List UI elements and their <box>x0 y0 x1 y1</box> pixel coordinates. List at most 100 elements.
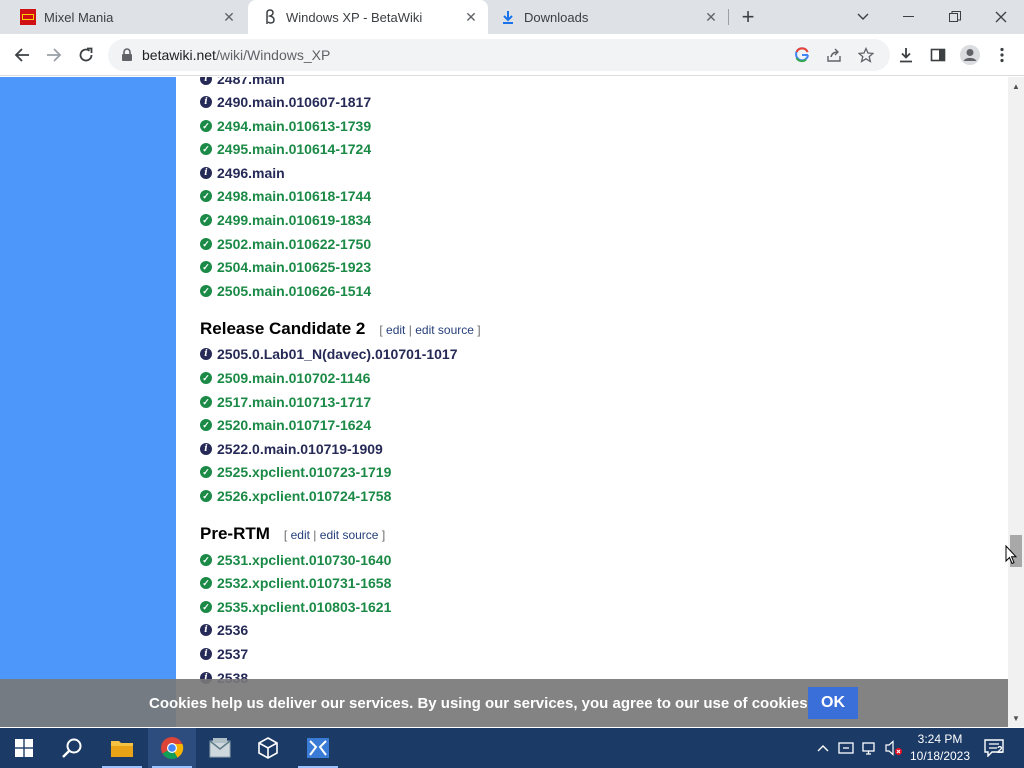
build-label: 2517.main.010713-1717 <box>217 394 372 410</box>
build-link[interactable]: i 2496.main <box>200 164 285 182</box>
vertical-scrollbar[interactable]: ▲ ▼ <box>1008 77 1024 727</box>
cookie-banner: Cookies help us deliver our services. By… <box>0 679 1008 727</box>
check-icon: ✓ <box>200 419 212 431</box>
share-icon[interactable] <box>822 43 846 67</box>
bookmark-star-icon[interactable] <box>854 43 878 67</box>
notification-count-badge: 2 <box>997 745 1003 756</box>
close-icon[interactable]: ✕ <box>220 8 238 26</box>
tab-title: Mixel Mania <box>44 9 114 25</box>
build-link[interactable]: ✓ 2498.main.010618-1744 <box>200 187 371 205</box>
reload-icon[interactable] <box>72 41 100 69</box>
build-label: 2502.main.010622-1750 <box>217 236 372 252</box>
edit-link[interactable]: edit <box>291 528 310 542</box>
search-icon[interactable] <box>48 728 96 768</box>
check-icon: ✓ <box>200 261 212 273</box>
build-label: 2496.main <box>217 165 285 181</box>
separator: | <box>313 528 317 542</box>
bracket-open: [ <box>379 323 383 337</box>
build-link[interactable]: i 2522.0.main.010719-1909 <box>200 440 383 458</box>
new-tab-plus-icon[interactable]: + <box>736 4 760 29</box>
mouse-cursor-icon <box>1005 545 1017 565</box>
build-label: 2509.main.010702-1146 <box>217 370 371 386</box>
profile-avatar-icon[interactable] <box>956 41 984 69</box>
build-link[interactable]: ✓ 2525.xpclient.010723-1719 <box>200 463 391 481</box>
build-label: 2522.0.main.010719-1909 <box>217 441 383 457</box>
bracket-close: ] <box>381 528 386 542</box>
volume-muted-icon[interactable] <box>884 728 904 768</box>
edit-link[interactable]: edit <box>386 323 405 337</box>
build-link[interactable]: ✓ 2517.main.010713-1717 <box>200 393 371 411</box>
build-label: 2499.main.010619-1834 <box>217 212 372 228</box>
scroll-down-arrow-icon[interactable]: ▼ <box>1008 711 1024 725</box>
mail-app-icon[interactable] <box>196 728 244 768</box>
side-panel-icon[interactable] <box>924 41 952 69</box>
security-tray-icon[interactable] <box>836 728 856 768</box>
build-link[interactable]: ✓ 2499.main.010619-1834 <box>200 211 371 229</box>
windows-taskbar: 3:24 PM 10/18/2023 2 <box>0 728 1024 768</box>
web-page: i 2487.main i 2490.main.010607-1817 ✓ 2494.… <box>0 77 1008 727</box>
build-link[interactable]: ✓ 2502.main.010622-1750 <box>200 235 371 253</box>
browser-toolbar: betawiki.net/wiki/Windows_XP <box>0 34 1024 76</box>
address-bar[interactable]: betawiki.net/wiki/Windows_XP <box>108 39 890 71</box>
tab-betawiki[interactable]: Windows XP - BetaWiki ✕ <box>248 0 488 34</box>
build-link[interactable]: ✓ 2504.main.010625-1923 <box>200 258 371 276</box>
download-icon[interactable] <box>892 41 920 69</box>
check-icon: ✓ <box>200 143 212 155</box>
chrome-icon[interactable] <box>148 728 196 768</box>
build-label: 2504.main.010625-1923 <box>217 259 372 275</box>
build-label: 2487.main <box>217 77 285 87</box>
back-arrow-icon[interactable] <box>8 41 36 69</box>
edit-source-link[interactable]: edit source <box>320 528 379 542</box>
restore-icon[interactable] <box>932 0 978 34</box>
google-icon[interactable] <box>790 43 814 67</box>
scroll-up-arrow-icon[interactable]: ▲ <box>1008 79 1024 93</box>
xp-vm-icon[interactable] <box>294 728 342 768</box>
start-windows-icon[interactable] <box>0 728 48 768</box>
close-icon[interactable]: ✕ <box>462 8 480 26</box>
check-icon: ✓ <box>200 554 212 566</box>
build-label: 2498.main.010618-1744 <box>217 188 372 204</box>
network-icon[interactable] <box>860 728 880 768</box>
build-link[interactable]: ✓ 2535.xpclient.010803-1621 <box>200 598 391 616</box>
taskbar-clock[interactable]: 3:24 PM 10/18/2023 <box>906 731 974 765</box>
build-link[interactable]: ✓ 2494.main.010613-1739 <box>200 117 371 135</box>
build-link[interactable]: ✓ 2526.xpclient.010724-1758 <box>200 487 391 505</box>
lock-icon[interactable] <box>120 48 134 62</box>
build-link[interactable]: ✓ 2532.xpclient.010731-1658 <box>200 574 391 592</box>
tab-title: Downloads <box>524 9 589 25</box>
build-link[interactable]: i 2505.0.Lab01_N(davec).010701-1017 <box>200 345 458 363</box>
tab-downloads[interactable]: Downloads ✕ <box>488 0 728 34</box>
edit-source-link[interactable]: edit source <box>415 323 474 337</box>
tab-strip: Mixel Mania ✕ Windows XP - BetaWiki ✕ Do… <box>0 0 1024 34</box>
check-icon: ✓ <box>200 490 212 502</box>
check-icon: ✓ <box>200 190 212 202</box>
build-link[interactable]: i 2536 <box>200 621 248 639</box>
forward-arrow-icon[interactable] <box>40 41 68 69</box>
close-window-icon[interactable] <box>978 0 1024 34</box>
tab-mixel-mania[interactable]: Mixel Mania ✕ <box>0 0 246 34</box>
tab-search-chevron-icon[interactable] <box>840 0 886 34</box>
check-icon: ✓ <box>200 601 212 613</box>
check-icon: ✓ <box>200 466 212 478</box>
build-link[interactable]: i 2487.main <box>200 77 285 88</box>
file-explorer-icon[interactable] <box>98 728 146 768</box>
show-hidden-icons-chevron-icon[interactable] <box>814 728 832 768</box>
info-icon: i <box>200 77 212 85</box>
virtualbox-icon[interactable] <box>244 728 292 768</box>
build-link[interactable]: ✓ 2495.main.010614-1724 <box>200 140 371 158</box>
section-title: Release Candidate 2 <box>200 319 366 338</box>
minimize-icon[interactable] <box>886 0 932 34</box>
build-link[interactable]: ✓ 2509.main.010702-1146 <box>200 369 370 387</box>
build-link[interactable]: ✓ 2531.xpclient.010730-1640 <box>200 551 391 569</box>
build-link[interactable]: i 2490.main.010607-1817 <box>200 93 371 111</box>
action-center-icon[interactable] <box>980 728 1008 768</box>
build-link[interactable]: ✓ 2520.main.010717-1624 <box>200 416 371 434</box>
menu-kebab-icon[interactable] <box>988 41 1016 69</box>
cookie-ok-button[interactable]: OK <box>808 687 858 719</box>
build-link[interactable]: ✓ 2505.main.010626-1514 <box>200 282 371 300</box>
article-content: i 2487.main i 2490.main.010607-1817 ✓ 2494.… <box>176 77 1008 727</box>
build-link[interactable]: i 2537 <box>200 645 248 663</box>
close-icon[interactable]: ✕ <box>702 8 720 26</box>
section-heading-rc2: Release Candidate 2 [ edit | edit source… <box>200 319 481 339</box>
url-text[interactable]: betawiki.net/wiki/Windows_XP <box>142 47 330 63</box>
